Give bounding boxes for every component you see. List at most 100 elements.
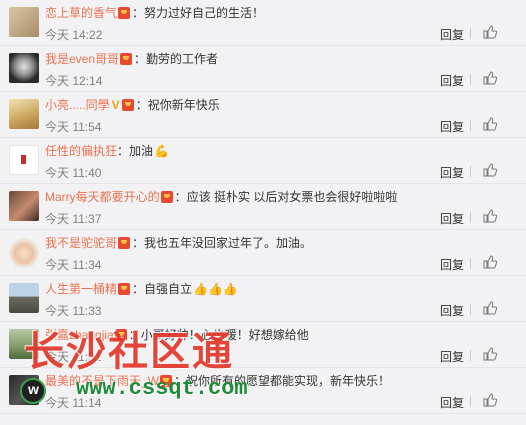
comment-username[interactable]: 我不是驼驼哥 <box>45 236 117 250</box>
comment-time: 今天 11:40 <box>45 166 102 180</box>
comment-username[interactable]: 张嘉zhangjia <box>45 328 114 342</box>
comment-time: 今天 11:54 <box>45 120 102 134</box>
member-badge-icon <box>120 53 133 65</box>
comment-time: 今天 11:14 <box>45 396 102 410</box>
comment-line: 张嘉zhangjia ：小哥好帅！心也暖！好想嫁给他 <box>45 327 516 343</box>
comment-row: 张嘉zhangjia ：小哥好帅！心也暖！好想嫁给他 今天 11:31 回复 <box>0 322 526 368</box>
divider <box>470 28 471 39</box>
comment-text: 加油 <box>129 144 154 158</box>
comment-username[interactable]: 小亮.....同學 <box>45 98 110 112</box>
divider <box>470 258 471 269</box>
comment-text: 自强自立 <box>144 282 193 296</box>
comment-time: 今天 11:34 <box>45 258 102 272</box>
comment-line: 人生第一桶精 ：自强自立👍👍👍 <box>45 281 516 297</box>
member-badge-icon <box>160 191 173 203</box>
thumbs-up-icon[interactable] <box>482 300 498 316</box>
thumbs-up-icon[interactable] <box>482 208 498 224</box>
thumbs-up-icon[interactable] <box>482 254 498 270</box>
comment-username[interactable]: 我是even哥哥 <box>45 52 119 66</box>
comment-time: 今天 11:33 <box>45 304 102 318</box>
thumbs-up-icon[interactable] <box>482 392 498 408</box>
colon: ： <box>134 52 147 66</box>
colon: ： <box>132 6 145 20</box>
thumbs-up-icon[interactable] <box>482 346 498 362</box>
comment-username[interactable]: Marry每天都要开心的 <box>45 190 160 204</box>
comment-text: 努力过好自己的生活！ <box>144 6 265 20</box>
comment-row: 小亮.....同學 V ：祝你新年快乐 今天 11:54 回复 <box>0 92 526 138</box>
comment-text: 祝你新年快乐 <box>147 98 220 112</box>
thumbs-up-icon[interactable] <box>482 24 498 40</box>
comment-line: 我不是驼驼哥 ：我也五年没回家过年了。加油。 <box>45 235 516 251</box>
avatar[interactable] <box>9 145 39 175</box>
thumbs-up-emoji-icon: 👍👍👍 <box>193 282 238 296</box>
avatar[interactable] <box>9 53 39 83</box>
member-badge-icon <box>118 237 131 249</box>
member-badge-icon <box>121 99 134 111</box>
comment-line: 任性的偏执狂：加油💪 <box>45 143 516 159</box>
comment-username[interactable]: 最美的不是下雨天_W <box>45 374 159 388</box>
comment-row: 我是even哥哥 ：勤劳的工作者 今天 12:14 回复 <box>0 46 526 92</box>
colon: ： <box>132 282 145 296</box>
reply-button[interactable]: 回复 <box>440 210 464 227</box>
comment-time: 今天 12:14 <box>45 74 103 88</box>
thumbs-up-icon[interactable] <box>482 116 498 132</box>
colon: ： <box>174 190 187 204</box>
comment-text: 祝你所有的愿望都能实现，新年快乐！ <box>186 374 391 388</box>
reply-button[interactable]: 回复 <box>440 118 464 135</box>
comment-time: 今天 14:22 <box>45 28 103 42</box>
comment-line: 恋上草的香气 ：努力过好自己的生活！ <box>45 5 516 21</box>
comment-line: Marry每天都要开心的 ：应该 挺朴实 以后对女票也会很好啦啦啦 <box>45 189 516 205</box>
avatar[interactable] <box>9 329 39 359</box>
flexed-biceps-icon: 💪 <box>154 144 169 158</box>
comment-time: 今天 11:37 <box>45 212 102 226</box>
reply-button[interactable]: 回复 <box>440 394 464 411</box>
reply-button[interactable]: 回复 <box>440 164 464 181</box>
comment-row: 人生第一桶精 ：自强自立👍👍👍 今天 11:33 回复 <box>0 276 526 322</box>
colon: ： <box>132 236 145 250</box>
avatar[interactable] <box>9 99 39 129</box>
comment-row: 恋上草的香气 ：努力过好自己的生活！ 今天 14:22 回复 <box>0 0 526 46</box>
member-badge-icon <box>114 329 127 341</box>
divider <box>470 166 471 177</box>
comment-username[interactable]: 恋上草的香气 <box>45 6 117 20</box>
member-badge-icon <box>118 7 131 19</box>
reply-button[interactable]: 回复 <box>440 72 464 89</box>
comment-row: 任性的偏执狂：加油💪 今天 11:40 回复 <box>0 138 526 184</box>
divider <box>470 212 471 223</box>
comment-username[interactable]: 人生第一桶精 <box>45 282 117 296</box>
verified-v-icon: V <box>111 98 120 112</box>
comment-text: 勤劳的工作者 <box>146 52 219 66</box>
divider <box>470 350 471 361</box>
divider <box>470 120 471 131</box>
comment-text: 小哥好帅！心也暖！好想嫁给他 <box>140 328 309 342</box>
avatar[interactable] <box>9 237 39 267</box>
colon: ： <box>128 328 141 342</box>
thumbs-up-icon[interactable] <box>482 162 498 178</box>
avatar[interactable] <box>9 283 39 313</box>
reply-button[interactable]: 回复 <box>440 26 464 43</box>
comment-time: 今天 11:31 <box>45 350 102 364</box>
comment-line: 小亮.....同學 V ：祝你新年快乐 <box>45 97 516 113</box>
divider <box>470 396 471 407</box>
comment-row: Marry每天都要开心的 ：应该 挺朴实 以后对女票也会很好啦啦啦 今天 11:3… <box>0 184 526 230</box>
comment-line: 最美的不是下雨天_W ：祝你所有的愿望都能实现，新年快乐！ <box>45 373 516 389</box>
thumbs-up-icon[interactable] <box>482 70 498 86</box>
reply-button[interactable]: 回复 <box>440 348 464 365</box>
divider <box>470 304 471 315</box>
avatar[interactable] <box>9 375 39 405</box>
comment-text: 应该 挺朴实 以后对女票也会很好啦啦啦 <box>186 190 398 204</box>
reply-button[interactable]: 回复 <box>440 302 464 319</box>
colon: ： <box>117 144 130 158</box>
comment-row: 我不是驼驼哥 ：我也五年没回家过年了。加油。 今天 11:34 回复 <box>0 230 526 276</box>
reply-button[interactable]: 回复 <box>440 256 464 273</box>
comment-row: 最美的不是下雨天_W ：祝你所有的愿望都能实现，新年快乐！ 今天 11:14 回复 <box>0 368 526 414</box>
colon: ： <box>135 98 148 112</box>
avatar[interactable] <box>9 191 39 221</box>
divider <box>470 74 471 85</box>
avatar[interactable] <box>9 7 39 37</box>
member-badge-icon <box>118 283 131 295</box>
comment-line: 我是even哥哥 ：勤劳的工作者 <box>45 51 516 67</box>
avatar-mark <box>21 155 26 164</box>
comment-text: 我也五年没回家过年了。加油。 <box>144 236 313 250</box>
comment-username[interactable]: 任性的偏执狂 <box>45 144 117 158</box>
